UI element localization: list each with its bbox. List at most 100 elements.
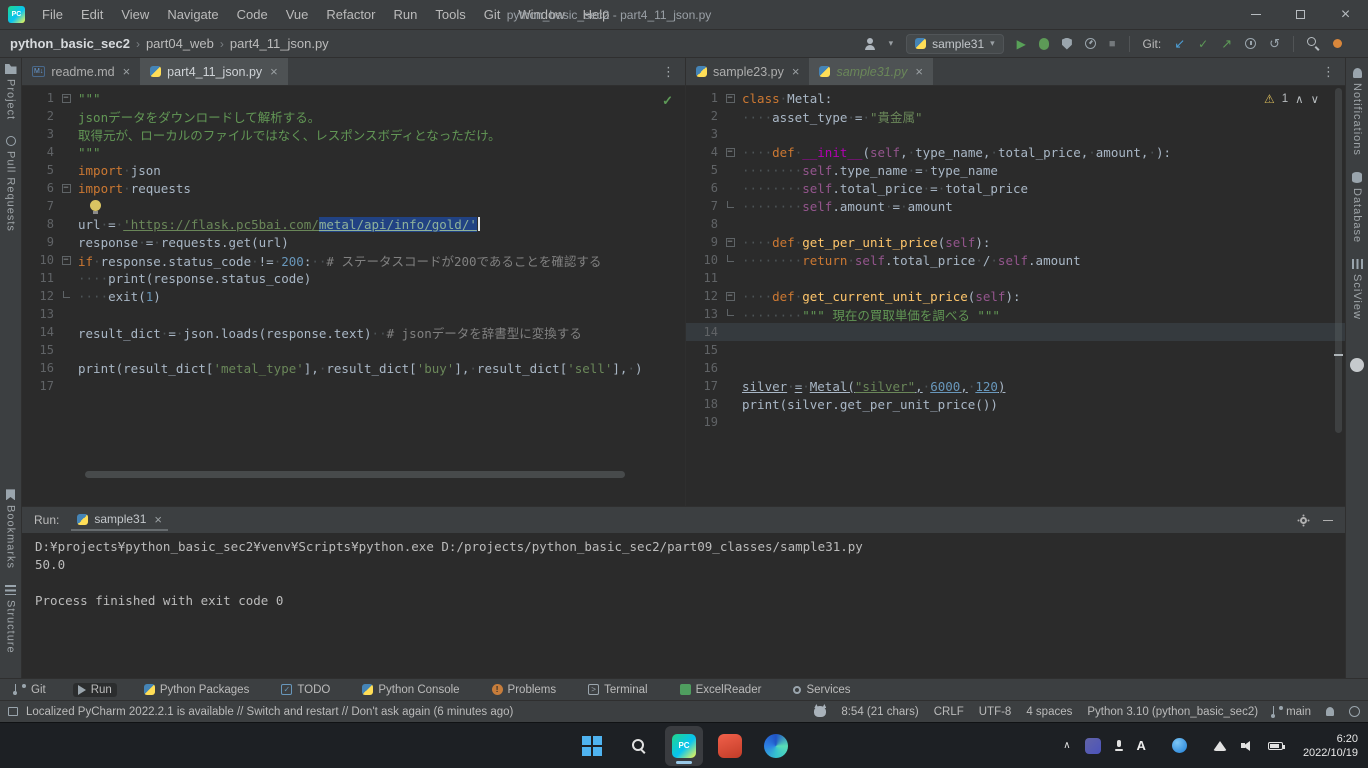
start-button[interactable] <box>573 726 611 766</box>
menu-vue[interactable]: Vue <box>277 0 318 30</box>
code-line[interactable]: 13 <box>22 305 685 323</box>
menu-file[interactable]: File <box>33 0 72 30</box>
line-number[interactable]: 17 <box>22 379 58 393</box>
line-number[interactable]: 1 <box>686 91 722 105</box>
code-line[interactable]: 17silver·=·Metal("silver",·6000,·120) <box>686 377 1345 395</box>
sidebar-item-bookmarks[interactable]: Bookmarks <box>5 489 17 569</box>
search-everywhere-icon[interactable] <box>1307 37 1320 50</box>
run-tab-close-icon[interactable]: × <box>154 512 162 527</box>
taskbar-app-red-button[interactable] <box>711 726 749 766</box>
line-number[interactable]: 15 <box>686 343 722 357</box>
fold-collapse-icon[interactable]: − <box>62 94 71 103</box>
sidebar-item-github-copilot[interactable] <box>1350 358 1364 372</box>
line-number[interactable]: 1 <box>22 91 58 105</box>
git-commit-button[interactable]: ✓ <box>1198 37 1208 51</box>
line-number[interactable]: 6 <box>686 181 722 195</box>
git-history-button[interactable] <box>1245 38 1256 49</box>
ide-status-icon[interactable] <box>1349 706 1360 717</box>
code-line[interactable]: 9−····def·get_per_unit_price(self): <box>686 233 1345 251</box>
editor-right[interactable]: 1−class·Metal:2····asset_type·=·"貴金属"34−… <box>686 86 1345 506</box>
toolwindow-terminal[interactable]: >Terminal <box>583 683 652 697</box>
close-button[interactable]: × <box>1323 0 1368 30</box>
code-line[interactable]: 17 <box>22 377 685 395</box>
code-line[interactable]: 14 <box>686 323 1345 341</box>
line-number[interactable]: 9 <box>686 235 722 249</box>
line-number[interactable]: 6 <box>22 181 58 195</box>
code-line[interactable]: 11 <box>686 269 1345 287</box>
sidebar-item-structure[interactable]: Structure <box>5 585 17 654</box>
next-problem-icon[interactable]: ∨ <box>1311 92 1319 106</box>
horizontal-scrollbar[interactable] <box>85 471 625 478</box>
fold-collapse-icon[interactable]: − <box>62 256 71 265</box>
code-line[interactable]: 8 <box>686 215 1345 233</box>
line-number[interactable]: 11 <box>686 271 722 285</box>
ime-mode-indicator[interactable]: A <box>1137 738 1146 753</box>
event-log-icon[interactable] <box>8 707 18 716</box>
code-line[interactable]: 5import·json <box>22 161 685 179</box>
maximize-button[interactable] <box>1278 0 1323 30</box>
code-line[interactable]: 13········""" 現在の買取単価を調べる """ <box>686 305 1345 323</box>
gutter-fold[interactable]: − <box>722 292 738 301</box>
menu-refactor[interactable]: Refactor <box>317 0 384 30</box>
volume-icon[interactable] <box>1241 741 1254 751</box>
code-line[interactable]: 10−if·response.status_code·!=·200:··# ステ… <box>22 251 685 269</box>
code-line[interactable]: 10········return·self.total_price·/·self… <box>686 251 1345 269</box>
menu-help[interactable]: Help <box>574 0 619 30</box>
toolwindow-python-console[interactable]: Python Console <box>357 683 464 697</box>
line-number[interactable]: 8 <box>686 217 722 231</box>
toolwindow-python-packages[interactable]: Python Packages <box>139 683 255 697</box>
taskbar-pycharm-button[interactable]: PC <box>665 726 703 766</box>
menu-view[interactable]: View <box>112 0 158 30</box>
line-number[interactable]: 8 <box>22 217 58 231</box>
line-number[interactable]: 2 <box>22 109 58 123</box>
run-console[interactable]: D:¥projects¥python_basic_sec2¥venv¥Scrip… <box>22 533 1345 678</box>
menu-window[interactable]: Window <box>509 0 573 30</box>
code-line[interactable]: 9response·=·requests.get(url) <box>22 233 685 251</box>
code-line[interactable]: 5········self.type_name·=·type_name <box>686 161 1345 179</box>
update-available-indicator[interactable] <box>1333 39 1342 48</box>
status-item-python-3-10-python-b[interactable]: Python 3.10 (python_basic_sec2) <box>1087 706 1258 718</box>
github-copilot-status-icon[interactable] <box>814 706 826 717</box>
prev-problem-icon[interactable]: ∧ <box>1295 92 1303 106</box>
menu-edit[interactable]: Edit <box>72 0 112 30</box>
gutter-fold[interactable]: − <box>722 238 738 247</box>
code-line[interactable]: 4−····def·__init__(self,·type_name,·tota… <box>686 143 1345 161</box>
toolwindow-services[interactable]: Services <box>788 683 855 697</box>
code-line[interactable]: 4""" <box>22 143 685 161</box>
toolwindow-run[interactable]: Run <box>73 683 117 697</box>
run-configuration-select[interactable]: sample31 ▾ <box>906 34 1004 54</box>
line-number[interactable]: 9 <box>22 235 58 249</box>
line-number[interactable]: 11 <box>22 271 58 285</box>
sidebar-item-project[interactable]: Project <box>5 64 17 120</box>
editor-tab[interactable]: M↓readme.md× <box>22 58 140 85</box>
code-line[interactable]: 15 <box>22 341 685 359</box>
code-line[interactable]: 2····asset_type·=·"貴金属" <box>686 107 1345 125</box>
gutter-fold[interactable]: − <box>58 184 74 193</box>
line-number[interactable]: 15 <box>22 343 58 357</box>
editor-tab[interactable]: part4_11_json.py× <box>140 58 288 85</box>
gutter-fold[interactable] <box>722 258 738 262</box>
menu-git[interactable]: Git <box>475 0 510 30</box>
code-line[interactable]: 6········self.total_price·=·total_price <box>686 179 1345 197</box>
code-line[interactable]: 12····exit(1) <box>22 287 685 305</box>
code-line[interactable]: 1−class·Metal: <box>686 89 1345 107</box>
code-line[interactable]: 14result_dict·=·json.loads(response.text… <box>22 323 685 341</box>
line-number[interactable]: 7 <box>22 199 58 213</box>
menu-navigate[interactable]: Navigate <box>158 0 227 30</box>
stop-button[interactable]: ■ <box>1109 38 1116 50</box>
sidebar-item-database[interactable]: Database <box>1351 172 1363 243</box>
breadcrumb-item[interactable]: python_basic_sec2 <box>10 36 130 51</box>
menu-code[interactable]: Code <box>228 0 277 30</box>
gutter-fold[interactable]: − <box>58 94 74 103</box>
status-item-utf-8[interactable]: UTF-8 <box>979 706 1012 718</box>
code-line[interactable]: 15 <box>686 341 1345 359</box>
line-number[interactable]: 13 <box>686 307 722 321</box>
editor-left[interactable]: 1−"""2jsonデータをダウンロードして解析する。3取得元が、ローカルのファ… <box>22 86 685 506</box>
code-line[interactable]: 19 <box>686 413 1345 431</box>
toolwindow-excelreader[interactable]: ExcelReader <box>675 683 767 697</box>
tray-expand-chevron-icon[interactable]: ∧ <box>1063 740 1070 751</box>
minimize-button[interactable] <box>1233 0 1278 30</box>
taskbar-search-button[interactable] <box>619 726 657 766</box>
tab-options-icon[interactable]: ⋮ <box>1312 58 1345 85</box>
line-number[interactable]: 10 <box>22 253 58 267</box>
